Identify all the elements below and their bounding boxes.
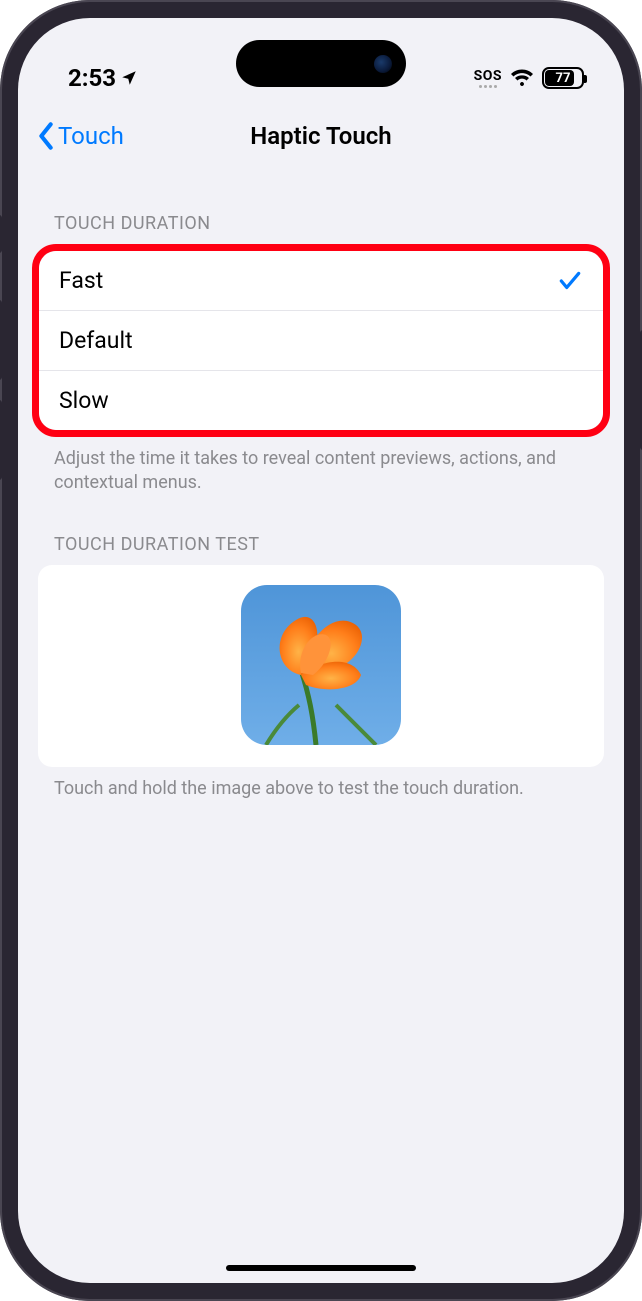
wifi-icon (510, 68, 534, 88)
back-label: Touch (58, 122, 124, 150)
location-icon (120, 69, 138, 87)
side-button (0, 215, 2, 253)
touch-duration-options: Fast Default Slow (39, 251, 603, 430)
section-header-test: TOUCH DURATION TEST (18, 496, 624, 565)
option-default[interactable]: Default (39, 311, 603, 371)
home-indicator[interactable] (226, 1265, 416, 1271)
status-time: 2:53 (68, 64, 116, 92)
highlight-annotation: Fast Default Slow (32, 244, 610, 437)
option-label: Fast (59, 267, 103, 294)
test-image[interactable] (241, 585, 401, 745)
option-fast[interactable]: Fast (39, 251, 603, 311)
battery-icon: 77 (542, 67, 584, 89)
phone-frame: 2:53 SOS 77 (0, 0, 642, 1301)
screen: 2:53 SOS 77 (18, 18, 624, 1283)
status-right: SOS 77 (474, 67, 584, 89)
section-footer-duration: Adjust the time it takes to reveal conte… (18, 437, 624, 496)
sos-indicator: SOS (474, 68, 502, 88)
back-button[interactable]: Touch (36, 122, 124, 150)
test-card (38, 565, 604, 767)
content: TOUCH DURATION Fast Default Slow (18, 163, 624, 801)
dynamic-island (236, 40, 406, 87)
status-left: 2:53 (68, 64, 138, 92)
battery-percent: 77 (556, 71, 571, 86)
chevron-left-icon (36, 122, 56, 150)
side-button (0, 400, 2, 480)
nav-bar: Touch Haptic Touch (18, 108, 624, 163)
camera-dot (374, 55, 392, 73)
option-slow[interactable]: Slow (39, 371, 603, 430)
section-footer-test: Touch and hold the image above to test t… (18, 767, 624, 801)
checkmark-icon (557, 268, 583, 294)
option-label: Slow (59, 387, 109, 414)
option-label: Default (59, 327, 133, 354)
side-button (0, 300, 2, 380)
section-header-duration: TOUCH DURATION (18, 163, 624, 244)
